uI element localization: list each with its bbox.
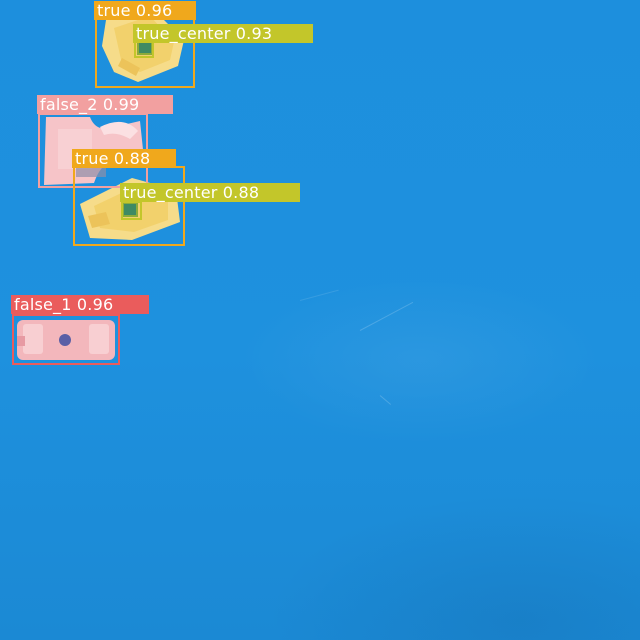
true-center-label: true_center 0.93 (133, 24, 313, 43)
false-1-label: false_1 0.96 (11, 295, 149, 314)
true-label: true 0.96 (94, 1, 196, 20)
true-center-box (134, 41, 154, 58)
surface-scratch (359, 301, 414, 331)
true-center-box (121, 201, 142, 220)
false-1-box (12, 314, 120, 365)
conveyor-background: true 0.96 true_center 0.93 false_2 0.99 … (0, 0, 640, 640)
surface-scratch (299, 289, 339, 301)
true-center-label: true_center 0.88 (120, 183, 300, 202)
surface-scratch (379, 395, 392, 405)
true-label: true 0.88 (72, 149, 176, 168)
false-2-label: false_2 0.99 (37, 95, 173, 114)
